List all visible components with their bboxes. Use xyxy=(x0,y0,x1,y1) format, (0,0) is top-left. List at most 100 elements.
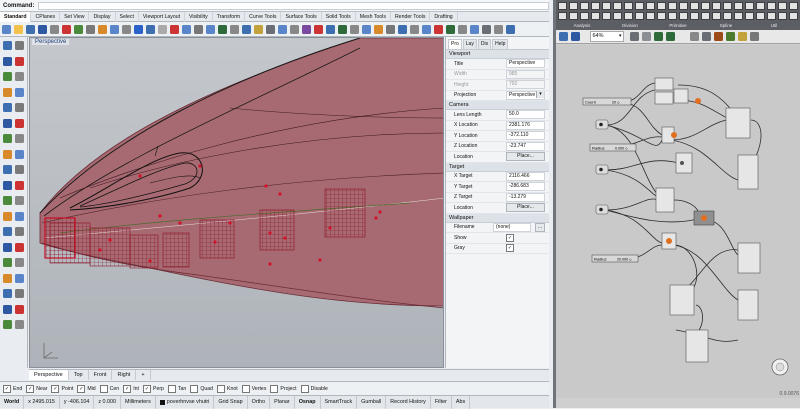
new-file-icon[interactable] xyxy=(1,24,11,34)
loft-icon[interactable] xyxy=(3,134,12,143)
gh-component-icon[interactable] xyxy=(558,12,567,20)
ribbon-tab-cplanes[interactable]: CPlanes xyxy=(31,11,61,22)
named-view-icon[interactable] xyxy=(241,24,251,34)
osnap-near[interactable]: ✓ Near xyxy=(26,384,47,393)
split-icon[interactable] xyxy=(3,211,12,221)
preview-icon[interactable] xyxy=(653,32,663,41)
circle-icon[interactable] xyxy=(15,72,24,81)
grasshopper-canvas[interactable]: Count 20 ◇ Radius 0.000 ◇ Radius 20.000 … xyxy=(556,45,800,398)
osnap-checkbox[interactable]: ✓ xyxy=(142,384,151,393)
wireframe-icon[interactable] xyxy=(325,24,335,34)
point-icon[interactable] xyxy=(15,41,24,50)
gh-component-icon[interactable] xyxy=(646,2,655,10)
camera-place-button[interactable]: Place... xyxy=(506,152,545,162)
osnap-checkbox[interactable] xyxy=(241,384,250,393)
gh-component-icon[interactable] xyxy=(712,12,721,20)
osnap-knot[interactable]: Knot xyxy=(217,384,238,393)
status-toggle-ortho[interactable]: Ortho xyxy=(248,395,271,409)
browse-button[interactable]: ... xyxy=(535,222,545,232)
eye-icon[interactable] xyxy=(629,32,639,41)
ribbon-tab-select[interactable]: Select xyxy=(116,11,139,22)
viewport-title[interactable]: Perspective xyxy=(32,39,70,45)
ribbon-tab-drafting[interactable]: Drafting xyxy=(430,11,458,22)
x-target-field[interactable]: 2116.466 xyxy=(506,171,545,181)
ribbon-tab-solid-tools[interactable]: Solid Tools xyxy=(322,11,356,22)
redo-icon[interactable] xyxy=(109,24,119,34)
trim-icon[interactable] xyxy=(15,196,24,205)
zoom-selected-icon[interactable] xyxy=(181,24,191,34)
target-place-button[interactable]: Place... xyxy=(506,203,545,213)
gh-component-icon[interactable] xyxy=(734,12,743,20)
gh-category-spline[interactable]: Spline xyxy=(702,23,750,28)
block-icon[interactable] xyxy=(15,304,24,314)
gh-component-icon[interactable] xyxy=(668,12,677,20)
open-file-icon[interactable] xyxy=(559,32,568,41)
array-icon[interactable] xyxy=(3,273,12,283)
material-icon[interactable] xyxy=(265,24,275,34)
select-icon[interactable] xyxy=(702,32,711,41)
surface-icon[interactable] xyxy=(3,118,12,128)
gh-component-icon[interactable] xyxy=(591,12,600,20)
sweep-icon[interactable] xyxy=(15,134,24,143)
undo-icon[interactable] xyxy=(97,24,107,34)
render-icon[interactable] xyxy=(15,320,24,329)
gh-category-util[interactable]: Util xyxy=(750,23,798,28)
join-icon[interactable] xyxy=(15,211,24,221)
osnap-checkbox[interactable] xyxy=(300,384,309,393)
perspective-viewport[interactable]: Perspective xyxy=(29,37,444,368)
dimension-icon[interactable] xyxy=(15,289,24,298)
view-tab-perspective[interactable]: Perspective xyxy=(29,370,69,380)
show-checkbox[interactable]: ✓ xyxy=(506,233,514,242)
gh-component-icon[interactable] xyxy=(635,2,644,10)
ribbon-tab-render-tools[interactable]: Render Tools xyxy=(391,11,431,22)
unlock-icon[interactable] xyxy=(409,24,419,34)
gh-component-icon[interactable] xyxy=(646,12,655,20)
freeform-icon[interactable] xyxy=(15,103,24,112)
paste-icon[interactable] xyxy=(85,24,95,34)
gh-component-icon[interactable] xyxy=(778,2,787,10)
gh-component-icon[interactable] xyxy=(734,2,743,10)
status-toggle-abs[interactable]: Abs xyxy=(452,395,471,409)
osnap-checkbox[interactable] xyxy=(190,384,199,393)
chevron-down-icon[interactable]: ▾ xyxy=(536,90,544,98)
osnap-checkbox[interactable]: ✓ xyxy=(123,384,132,393)
osnap-perp[interactable]: ✓ Perp xyxy=(142,384,164,393)
curve-icon[interactable] xyxy=(15,56,24,66)
osnap-vertex[interactable]: Vertex xyxy=(241,384,266,393)
gh-component-icon[interactable] xyxy=(690,12,699,20)
group-icon[interactable] xyxy=(421,24,431,34)
view-tab-top[interactable]: Top xyxy=(69,370,89,380)
help-icon[interactable] xyxy=(505,24,515,34)
gh-component-icon[interactable] xyxy=(657,12,666,20)
zoom-dropdown[interactable]: 64% ▾ xyxy=(589,31,624,42)
cplane-label[interactable]: World xyxy=(0,395,25,409)
gh-component-icon[interactable] xyxy=(679,2,688,10)
y-target-field[interactable]: -286.683 xyxy=(506,182,545,192)
layer-indicator[interactable]: poverhnvse vhutri xyxy=(156,395,215,409)
command-input[interactable] xyxy=(38,1,549,10)
gh-component-icon[interactable] xyxy=(701,2,710,10)
extrude-icon[interactable] xyxy=(15,118,24,128)
settings-icon[interactable] xyxy=(750,32,759,41)
filename-field[interactable]: (none) xyxy=(493,222,531,232)
status-toggle-gumball[interactable]: Gumball xyxy=(357,395,387,409)
cplane-icon[interactable] xyxy=(229,24,239,34)
y-location-field[interactable]: -372.110 xyxy=(506,131,545,141)
gh-component-icon[interactable] xyxy=(745,2,754,10)
wire-display-icon[interactable] xyxy=(641,32,651,41)
rotate-icon[interactable] xyxy=(15,242,24,252)
status-toggle-grid-snap[interactable]: Grid Snap xyxy=(214,395,248,409)
gh-component-icon[interactable] xyxy=(602,12,611,20)
four-views-icon[interactable] xyxy=(205,24,215,34)
explode-icon[interactable] xyxy=(3,227,12,236)
gh-component-icon[interactable] xyxy=(613,12,622,20)
select-all-icon[interactable] xyxy=(361,24,371,34)
z-location-field[interactable]: -23.747 xyxy=(506,141,545,151)
z-target-field[interactable]: -13.279 xyxy=(506,192,545,202)
osnap-tan[interactable]: Tan xyxy=(167,384,186,393)
osnap-point[interactable]: ✓ Point xyxy=(51,384,73,393)
osnap-quad[interactable]: Quad xyxy=(190,384,213,393)
osnap-checkbox[interactable] xyxy=(99,384,108,393)
mirror-icon[interactable] xyxy=(15,258,24,267)
osnap-int[interactable]: ✓ Int xyxy=(123,384,139,393)
